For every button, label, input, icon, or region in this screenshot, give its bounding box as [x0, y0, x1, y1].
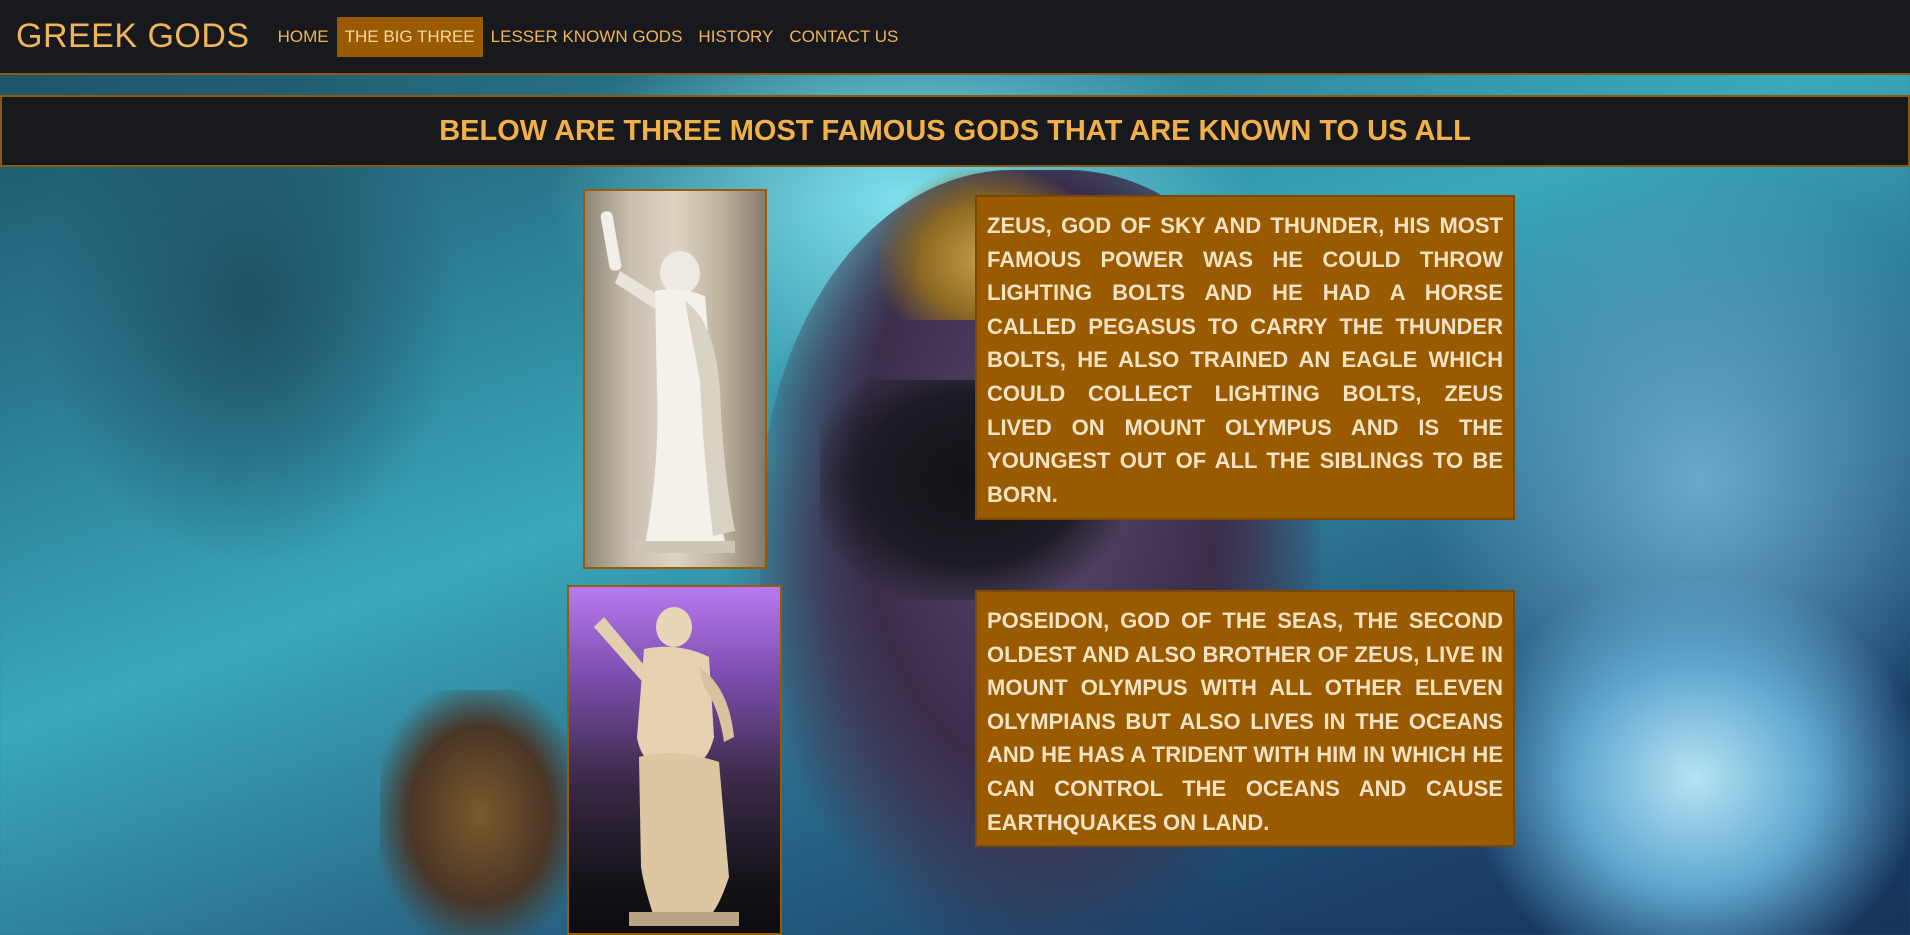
zeus-statue-image	[583, 189, 767, 569]
site-brand[interactable]: GREEK GODS	[16, 17, 250, 56]
poseidon-description: POSEIDON, GOD OF THE SEAS, THE SECOND OL…	[975, 590, 1515, 847]
nav-item-the-big-three[interactable]: THE BIG THREE	[336, 16, 483, 57]
background-wave	[1480, 580, 1910, 935]
zeus-description: ZEUS, GOD OF SKY AND THUNDER, HIS MOST F…	[975, 195, 1515, 520]
background-hand	[380, 690, 580, 935]
poseidon-statue-icon	[594, 607, 739, 926]
nav-item-lesser-known-gods[interactable]: LESSER KNOWN GODS	[483, 17, 691, 57]
navbar: GREEK GODS HOME THE BIG THREE LESSER KNO…	[0, 0, 1910, 75]
page-title: BELOW ARE THREE MOST FAMOUS GODS THAT AR…	[439, 114, 1471, 147]
zeus-statue-icon	[600, 211, 735, 553]
poseidon-statue-image	[567, 585, 782, 935]
nav-item-contact-us[interactable]: CONTACT US	[781, 17, 906, 57]
nav-item-home[interactable]: HOME	[270, 17, 337, 57]
page-banner: BELOW ARE THREE MOST FAMOUS GODS THAT AR…	[0, 95, 1910, 167]
nav-item-history[interactable]: HISTORY	[690, 17, 781, 57]
